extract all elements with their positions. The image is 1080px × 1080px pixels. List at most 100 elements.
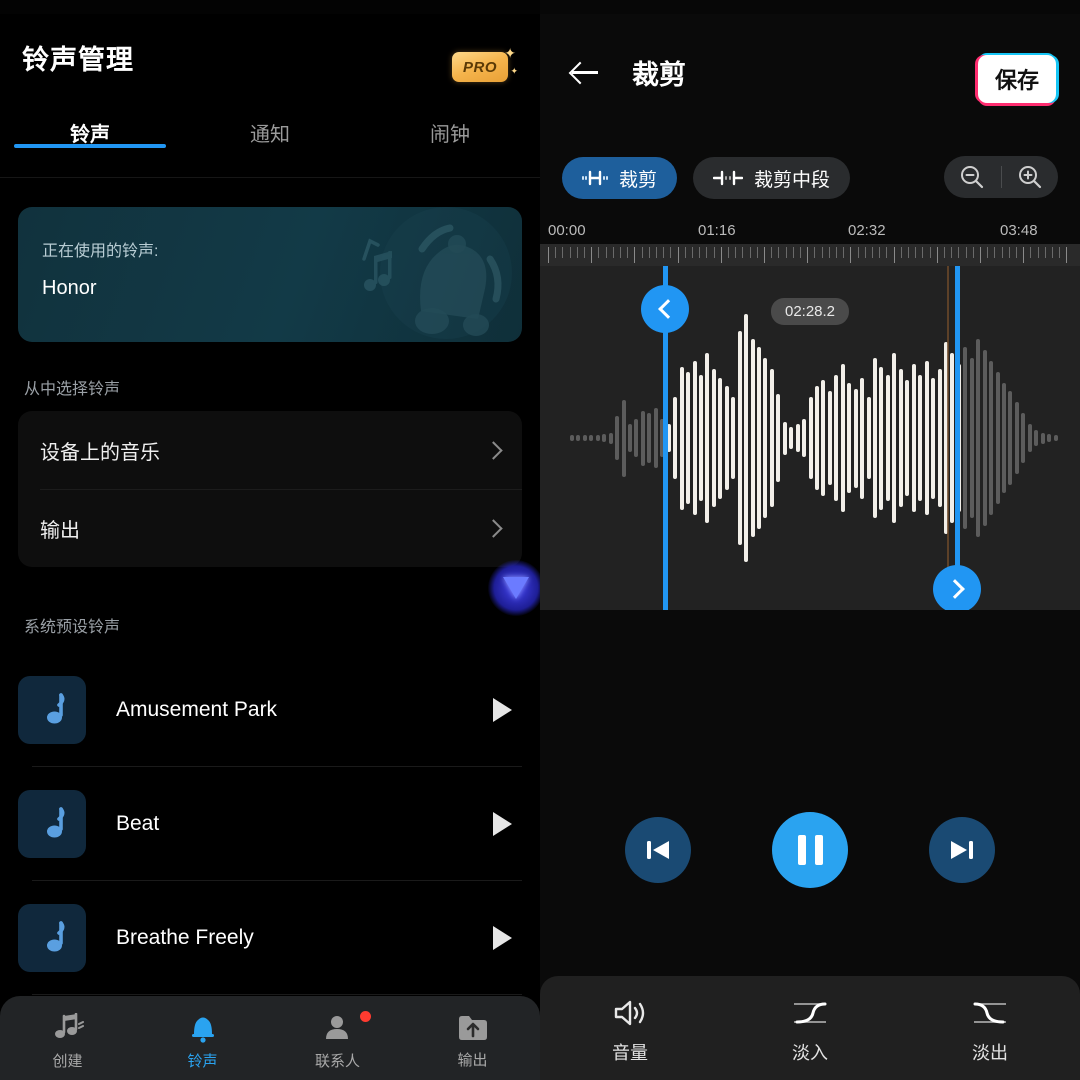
tab-notification[interactable]: 通知 [180, 100, 360, 147]
waveform-bar [892, 352, 897, 524]
nav-ringtone-label: 铃声 [187, 1053, 218, 1070]
waveform-display[interactable]: 02:28.2 [540, 266, 1080, 610]
ruler-tick [800, 247, 801, 258]
selection-end-line[interactable] [955, 266, 960, 610]
ruler-tick [972, 247, 974, 258]
tab-ringtone[interactable]: 铃声 [0, 100, 180, 148]
pro-badge-wrap[interactable]: PRO ✦ ✦ [452, 45, 518, 84]
nav-contacts-label: 联系人 [314, 1053, 360, 1070]
ruler-tick [821, 247, 823, 258]
music-note-icon [18, 676, 86, 744]
ruler-tick [641, 247, 643, 258]
nav-item-output[interactable]: 输出 [405, 1014, 540, 1070]
waveform-bar [802, 418, 807, 458]
save-button[interactable]: 保存 [978, 55, 1056, 103]
zoom-in-button[interactable] [1002, 164, 1059, 190]
trim-ends-button[interactable]: 裁剪 [562, 157, 678, 199]
ruler-tick [728, 247, 729, 258]
row-output[interactable]: 输出 [18, 489, 522, 567]
play-icon[interactable] [493, 812, 512, 836]
tab-notification-label: 通知 [250, 124, 290, 146]
waveform-bar [698, 374, 703, 502]
tick-label: 02:32 [848, 222, 886, 239]
waveform-bar [737, 330, 742, 546]
nav-item-ringtone[interactable]: 铃声 [135, 1013, 270, 1071]
waveform-bar [911, 363, 916, 513]
timeline-ruler[interactable] [540, 244, 1080, 266]
play-icon[interactable] [493, 926, 512, 950]
waveform-bar [756, 347, 761, 529]
list-item[interactable]: Amusement Park [0, 653, 540, 767]
waveform-bar [595, 435, 600, 441]
tool-fade-out-label: 淡出 [972, 1042, 1008, 1063]
tick-label: 01:16 [698, 222, 736, 239]
waveform-bar [847, 383, 852, 493]
tool-volume-label: 音量 [612, 1042, 648, 1063]
trim-middle-label: 裁剪中段 [754, 169, 831, 191]
zoom-out-button[interactable] [944, 164, 1001, 190]
audio-trim-screen: 裁剪 保存 裁剪 裁剪中段 00:00 01:16 02:32 03:48 02… [540, 0, 1080, 1080]
waveform-bar [827, 391, 832, 485]
waveform-bar [989, 361, 994, 515]
ruler-tick [562, 247, 564, 258]
waveform-bar [963, 347, 968, 529]
ruler-tick [958, 247, 960, 258]
ruler-tick [857, 247, 859, 258]
waveform-bar [582, 435, 587, 441]
ruler-tick [1059, 247, 1061, 258]
selection-edge-marker [947, 266, 949, 610]
tool-fade-in[interactable]: 淡入 [720, 998, 900, 1065]
list-item[interactable]: Beat [0, 767, 540, 881]
ruler-tick [929, 247, 931, 258]
section-presets-title: 系统预设铃声 [24, 619, 121, 636]
pause-button[interactable] [772, 812, 848, 888]
ruler-tick [1037, 247, 1039, 258]
sparkle-icon: ✦ [504, 45, 516, 61]
ringtone-name: Beat [116, 812, 160, 835]
ruler-tick [598, 247, 600, 258]
ruler-tick [965, 247, 967, 258]
row-device-music[interactable]: 设备上的音乐 [18, 411, 522, 489]
ruler-tick [684, 247, 686, 258]
waveform-bar [634, 418, 639, 458]
ruler-tick [656, 247, 657, 258]
back-arrow-icon[interactable] [570, 57, 600, 87]
nav-item-contacts[interactable]: 联系人 [270, 1011, 405, 1071]
ruler-tick [893, 247, 895, 263]
timeline-labels: 00:00 01:16 02:32 03:48 [540, 222, 1080, 244]
ruler-tick [771, 247, 773, 258]
contact-icon [325, 1016, 348, 1039]
ruler-tick [1044, 247, 1046, 258]
trim-page-title: 裁剪 [632, 59, 686, 90]
waveform-bar [782, 421, 787, 455]
selection-start-handle[interactable] [641, 285, 689, 333]
nav-item-create[interactable]: 创建 [0, 1013, 135, 1071]
ruler-tick [980, 247, 981, 263]
gem-watermark-icon [488, 560, 540, 616]
pro-badge[interactable]: PRO [452, 52, 508, 82]
waveform-bar [724, 385, 729, 491]
tab-alarm[interactable]: 闹钟 [360, 100, 540, 147]
tool-volume[interactable]: 音量 [540, 998, 720, 1065]
ruler-tick [756, 247, 758, 258]
waveform-bar [995, 372, 1000, 504]
previous-button[interactable] [625, 817, 691, 883]
app-header: 铃声管理 PRO ✦ ✦ [0, 14, 540, 100]
tool-fade-out[interactable]: 淡出 [900, 998, 1080, 1065]
fade-in-icon [794, 1002, 827, 1023]
ruler-tick [778, 247, 780, 258]
list-item[interactable]: Breathe Freely [0, 881, 540, 995]
tab-alarm-label: 闹钟 [430, 124, 470, 146]
play-icon[interactable] [493, 698, 512, 722]
trim-middle-button[interactable]: 裁剪中段 [693, 157, 851, 199]
waveform-bar [795, 424, 800, 452]
current-ringtone-card[interactable]: 正在使用的铃声: Honor [18, 207, 522, 342]
next-button[interactable] [929, 817, 995, 883]
ruler-tick [807, 247, 809, 263]
waveform-bar [866, 396, 871, 480]
selection-end-handle[interactable] [933, 565, 981, 610]
waveform-bar [1053, 435, 1058, 441]
waveform-bar [744, 314, 749, 562]
waveform-bar [1040, 432, 1045, 444]
waveform-bar [924, 361, 929, 515]
